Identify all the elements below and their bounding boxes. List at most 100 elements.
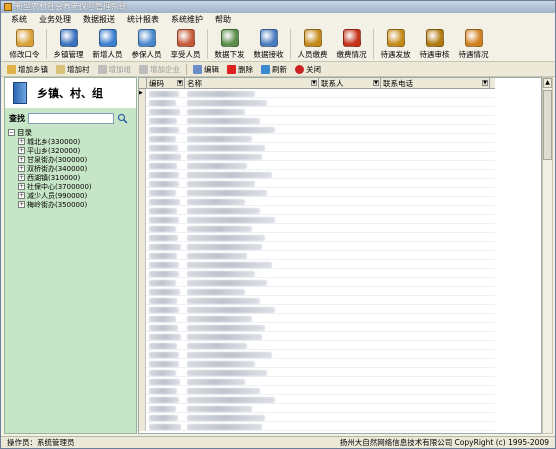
toolbar-button[interactable]: 缴费情况 [332,26,371,62]
table-row[interactable] [139,242,495,251]
expand-icon[interactable]: + [18,192,25,199]
table-row[interactable] [139,278,495,287]
column-filter-icon[interactable]: ▼ [373,80,379,86]
toolbar-button[interactable]: 新增人员 [88,26,127,62]
table-row[interactable] [139,170,495,179]
tree-toolbar-button[interactable]: 增加组 [96,63,134,76]
table-row[interactable] [139,386,495,395]
tree-toolbar-button[interactable]: 删除 [225,63,255,76]
obscured-code-cell [149,153,181,160]
toolbar-button[interactable]: 数据下发 [210,26,249,62]
toolbar-button[interactable]: 享受人员 [166,26,205,62]
obscured-code-cell [149,99,177,106]
table-row[interactable] [139,116,495,125]
vertical-scrollbar[interactable]: ▲ [542,77,553,434]
table-row[interactable] [139,296,495,305]
search-button[interactable] [117,113,128,124]
table-row[interactable] [139,287,495,296]
menu-item[interactable]: 业务处理 [37,13,73,26]
toolbar-button[interactable]: 待遇情况 [454,26,493,62]
table-row[interactable] [139,215,495,224]
table-row[interactable] [139,224,495,233]
row-indicator [139,116,146,125]
scroll-up-icon[interactable]: ▲ [543,78,552,88]
money-audit-icon [425,29,444,47]
table-row[interactable] [139,269,495,278]
collapse-icon[interactable]: − [8,129,15,136]
table-row[interactable] [139,251,495,260]
table-row[interactable] [139,188,495,197]
table-row[interactable] [139,134,495,143]
toolbar-button[interactable]: 修改口令 [5,26,44,62]
table-row[interactable] [139,233,495,242]
expand-icon[interactable]: + [18,138,25,145]
column-header[interactable]: 联系电话 ▼ [381,78,490,89]
toolbar-button[interactable]: 乡镇管理 [49,26,88,62]
tree-toolbar-button[interactable]: 增加企业 [137,63,182,76]
table-row[interactable] [139,179,495,188]
table-row[interactable] [139,107,495,116]
toolbar-button[interactable]: 参保人员 [127,26,166,62]
column-header[interactable]: 名称 ▼ [185,78,319,89]
expand-icon[interactable]: + [18,183,25,190]
menu-item[interactable]: 统计报表 [125,13,161,26]
toolbar-button[interactable]: 数据接收 [249,26,288,62]
expand-icon[interactable]: + [18,147,25,154]
table-row[interactable] [139,341,495,350]
table-row[interactable] [139,395,495,404]
tree-toolbar-button[interactable]: 编辑 [191,63,221,76]
table-row[interactable] [139,422,495,431]
table-row[interactable] [139,404,495,413]
table-row[interactable] [139,314,495,323]
obscured-code-cell [149,360,179,367]
table-row[interactable] [139,377,495,386]
scroll-thumb[interactable] [543,90,552,160]
table-row[interactable] [139,98,495,107]
expand-icon[interactable]: + [18,165,25,172]
data-receive-icon [259,29,278,47]
table-row[interactable] [139,350,495,359]
toolbar-button[interactable]: 待遇审核 [415,26,454,62]
table-row[interactable] [139,332,495,341]
row-indicator [139,422,146,431]
table-row[interactable] [139,197,495,206]
table-row[interactable] [139,368,495,377]
column-header[interactable]: 联系人 ▼ [319,78,381,89]
row-indicator [139,188,146,197]
obscured-code-cell [149,180,179,187]
table-row[interactable] [139,305,495,314]
table-row[interactable] [139,143,495,152]
column-filter-icon[interactable]: ▼ [177,80,183,86]
tree-node[interactable]: + 梅岭街办(350000) [8,200,136,209]
menu-item[interactable]: 数据报送 [81,13,117,26]
tree-toolbar-button[interactable]: 刷新 [259,63,289,76]
table-row[interactable] [139,161,495,170]
search-input[interactable] [28,112,114,124]
tree-toolbar-button[interactable]: 增加乡镇 [5,63,50,76]
toolbar-button[interactable]: 待遇发放 [376,26,415,62]
table-row[interactable]: ▶ [139,89,495,98]
expand-icon[interactable]: + [18,201,25,208]
menu-item[interactable]: 帮助 [213,13,233,26]
table-row[interactable] [139,359,495,368]
window-title: 新型农村社会养老保险管理系统 [15,2,127,11]
column-filter-icon[interactable]: ▼ [311,80,317,86]
tree-toolbar-button[interactable]: 增加村 [54,63,92,76]
table-row[interactable] [139,413,495,422]
copyright-text: 扬州大自然网络信息技术有限公司 CopyRight (c) 1995-2009 [339,438,549,447]
tree-toolbar-button[interactable]: 关闭 [293,63,323,76]
table-row[interactable] [139,206,495,215]
column-filter-icon[interactable]: ▼ [482,80,488,86]
expand-icon[interactable]: + [18,156,25,163]
toolbar-button[interactable]: 人员缴费 [293,26,332,62]
column-header[interactable]: 编码 ▼ [147,78,185,89]
tree-node-label: 梅岭街办(350000) [27,200,88,209]
obscured-code-cell [149,405,176,412]
table-row[interactable] [139,125,495,134]
menu-item[interactable]: 系统维护 [169,13,205,26]
table-row[interactable] [139,260,495,269]
table-row[interactable] [139,323,495,332]
expand-icon[interactable]: + [18,174,25,181]
menu-item[interactable]: 系统 [9,13,29,26]
table-row[interactable] [139,152,495,161]
